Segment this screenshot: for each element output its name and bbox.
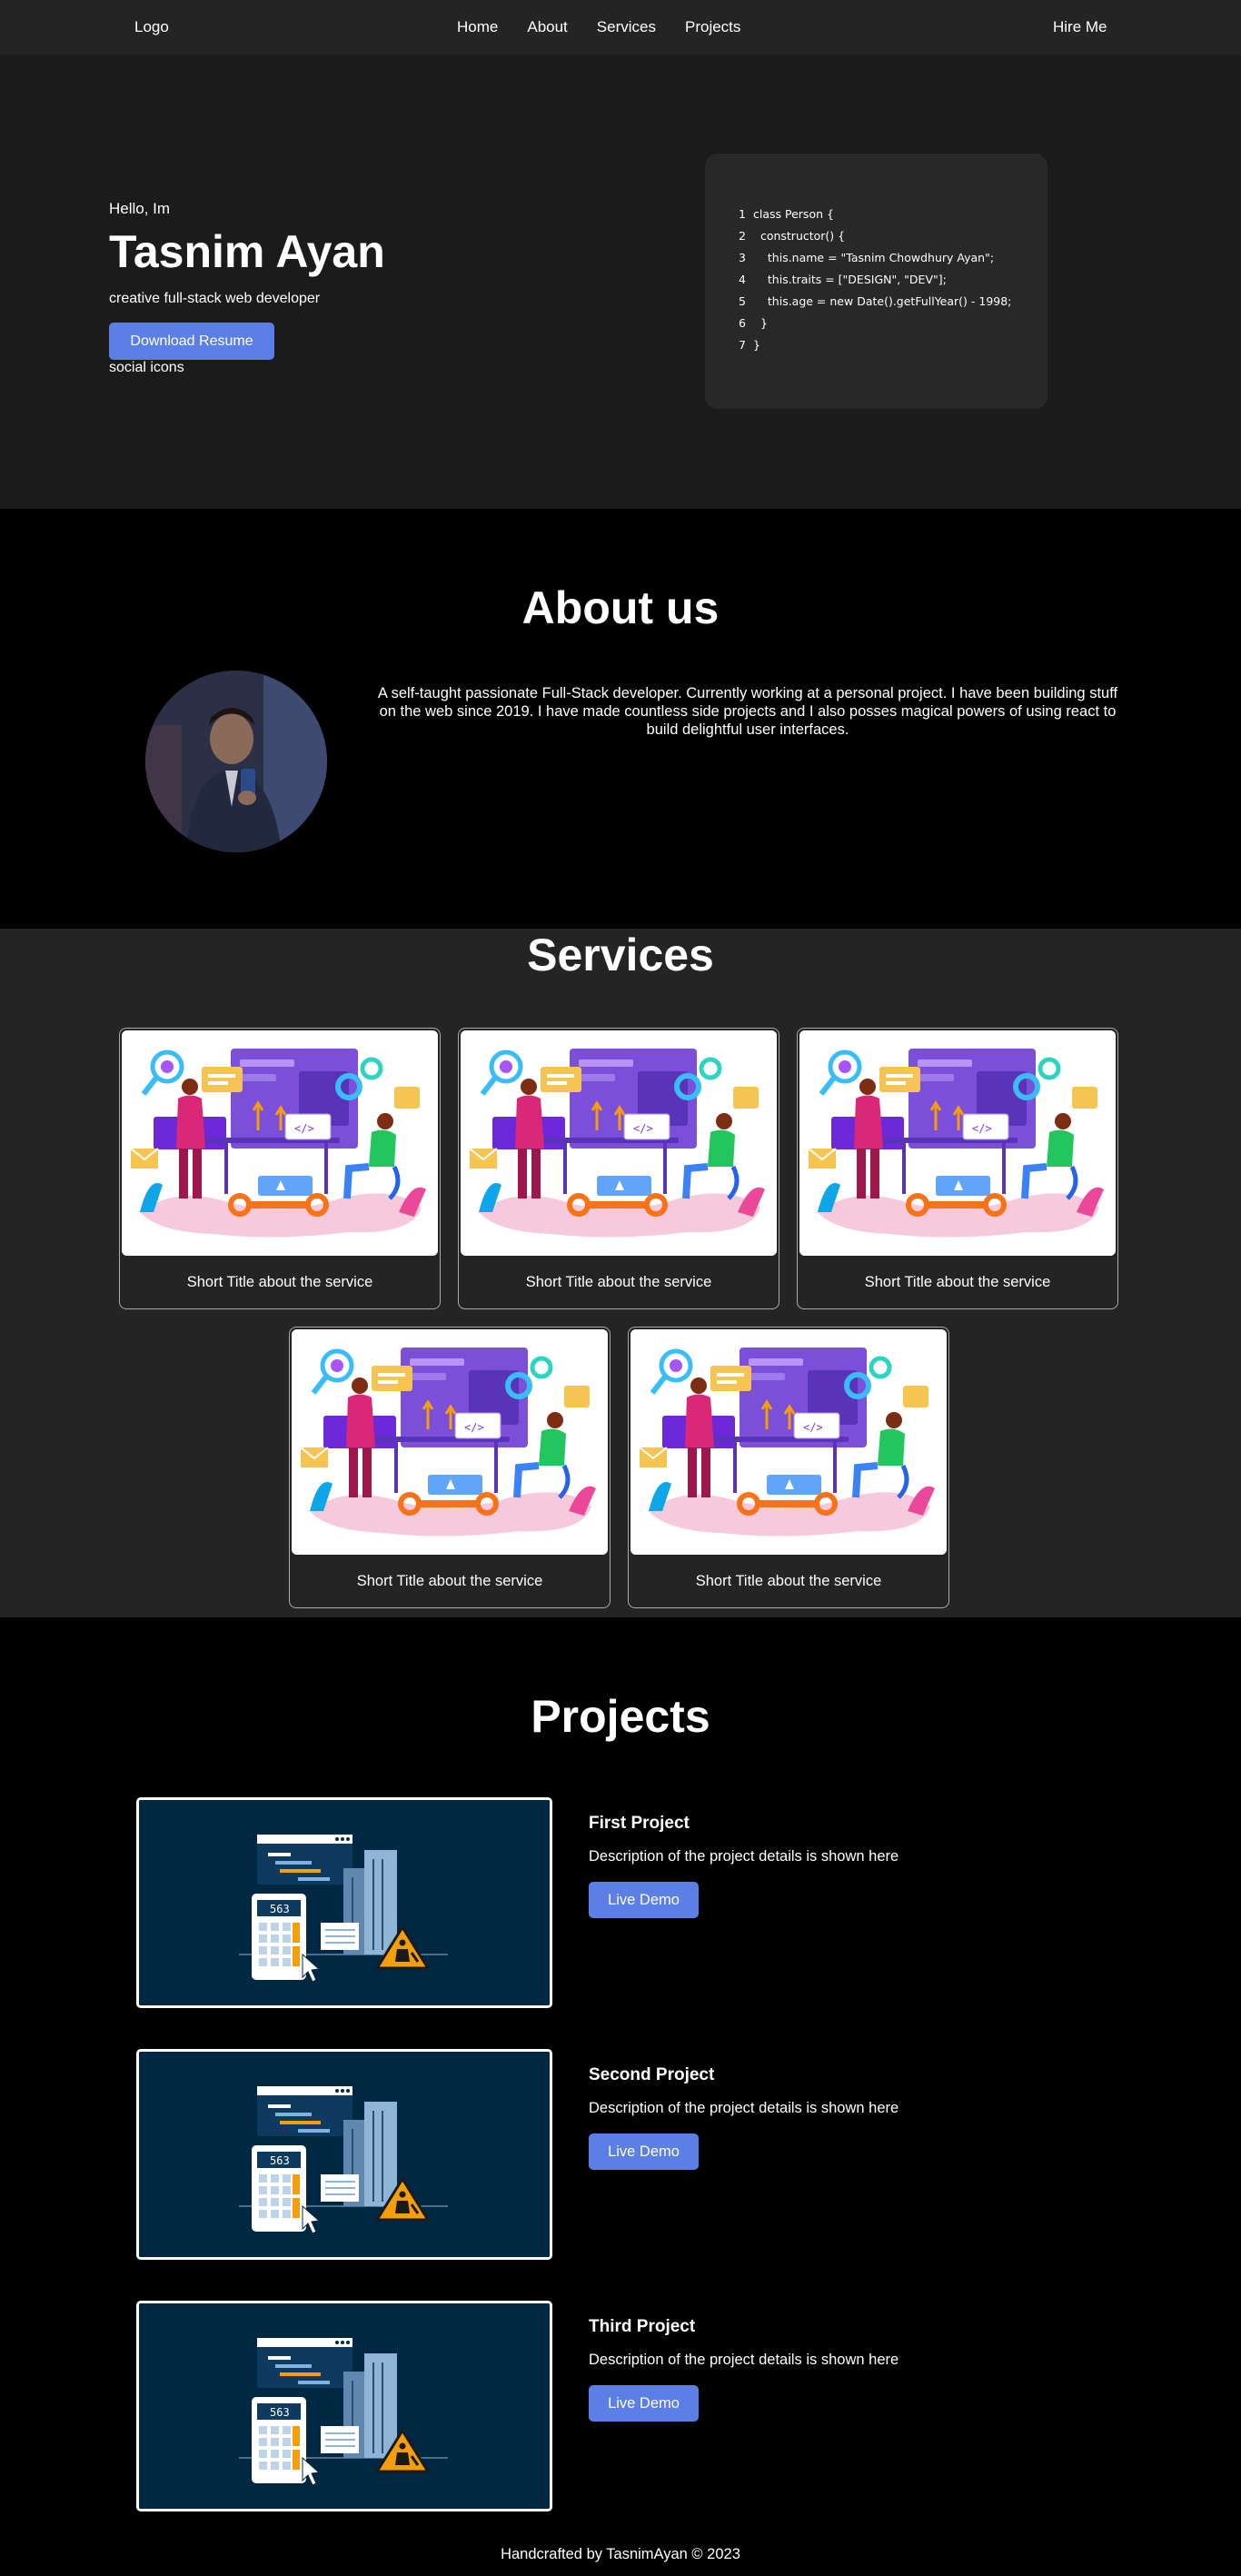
hero-greeting: Hello, Im xyxy=(109,200,171,217)
avatar-photo-icon xyxy=(145,671,327,852)
project-thumbnail[interactable]: 563 xyxy=(136,2301,552,2511)
svg-text:</>: </> xyxy=(464,1421,484,1434)
nav-link-home[interactable]: Home xyxy=(457,18,498,36)
service-image: </> xyxy=(122,1030,438,1256)
project-item: 563 Third Project Description of the pro… xyxy=(136,2301,1136,2511)
nav-link-services[interactable]: Services xyxy=(597,18,656,36)
service-image: </> xyxy=(799,1030,1116,1256)
about-heading: About us xyxy=(521,582,720,633)
code-line-text: this.age = new Date().getFullYear() - 19… xyxy=(753,294,1012,308)
hire-me-link[interactable]: Hire Me xyxy=(1053,18,1107,36)
code-line-text: this.traits = ["DESIGN", "DEV"]; xyxy=(753,273,947,286)
code-line: 6 } xyxy=(739,313,1047,334)
code-line-number: 3 xyxy=(739,251,746,264)
footer-credit: Handcrafted by TasnimAyan © 2023 xyxy=(501,2546,740,2562)
developers-illustration-icon: </> xyxy=(461,1030,777,1256)
developers-illustration-icon: </> xyxy=(122,1030,438,1256)
service-title: Short Title about the service xyxy=(525,1274,712,1290)
code-line-text: constructor() { xyxy=(753,229,846,243)
code-line-text: } xyxy=(753,338,760,352)
project-item: 563 Second Project Description of the pr… xyxy=(136,2049,1136,2260)
project-thumbnail[interactable]: 563 xyxy=(136,1797,552,2008)
services-section: Services </> Short Title about the servi… xyxy=(0,929,1241,1617)
code-line: 7} xyxy=(739,334,1047,356)
code-line-number: 2 xyxy=(739,229,746,243)
code-line-number: 7 xyxy=(739,338,746,352)
project-description: Description of the project details is sh… xyxy=(589,2352,899,2368)
calculator-display: 563 xyxy=(270,1903,290,1915)
calculator-display: 563 xyxy=(270,2154,290,2167)
project-title: Second Project xyxy=(589,2065,715,2084)
download-resume-button[interactable]: Download Resume xyxy=(109,323,274,360)
service-title: Short Title about the service xyxy=(864,1274,1051,1290)
project-title: Third Project xyxy=(589,2317,696,2336)
service-card[interactable]: </> Short Title about the service xyxy=(797,1028,1118,1309)
under-construction-illustration-icon: 563 xyxy=(139,2303,550,2509)
code-line-number: 1 xyxy=(739,207,746,221)
svg-text:</>: </> xyxy=(803,1421,823,1434)
about-description: A self-taught passionate Full-Stack deve… xyxy=(377,685,1118,738)
svg-text:</>: </> xyxy=(633,1122,653,1135)
nav-link-about[interactable]: About xyxy=(527,18,567,36)
under-construction-illustration-icon: 563 xyxy=(139,2052,550,2257)
services-heading: Services xyxy=(527,930,714,980)
service-image: </> xyxy=(292,1329,608,1555)
hero-section: Hello, Im Tasnim Ayan creative full-stac… xyxy=(0,55,1241,509)
code-line-number: 4 xyxy=(739,273,746,286)
live-demo-button[interactable]: Live Demo xyxy=(589,2133,699,2170)
code-line: 5 this.age = new Date().getFullYear() - … xyxy=(739,291,1047,313)
hero-name: Tasnim Ayan xyxy=(109,226,385,277)
service-card[interactable]: </> Short Title about the service xyxy=(458,1028,779,1309)
hero-tagline: creative full-stack web developer xyxy=(109,291,321,306)
project-description: Description of the project details is sh… xyxy=(589,1848,899,1865)
about-section: About us A self-taught passionate Full-S… xyxy=(0,509,1241,929)
under-construction-illustration-icon: 563 xyxy=(139,1800,550,2005)
calculator-display: 563 xyxy=(270,2406,290,2419)
code-line: 1 class Person { xyxy=(739,204,1047,225)
code-line: 4 this.traits = ["DESIGN", "DEV"]; xyxy=(739,269,1047,291)
code-line: 2 constructor() { xyxy=(739,225,1047,247)
svg-text:</>: </> xyxy=(294,1122,314,1135)
developers-illustration-icon: </> xyxy=(292,1329,608,1555)
code-snippet-card: 1 class Person {2 constructor() {3 this.n… xyxy=(705,154,1047,409)
service-card[interactable]: </> Short Title about the service xyxy=(119,1028,441,1309)
social-icons[interactable]: social icons xyxy=(109,360,184,376)
code-line: 3 this.name = "Tasnim Chowdhury Ayan"; xyxy=(739,247,1047,269)
developers-illustration-icon: </> xyxy=(799,1030,1116,1256)
svg-text:</>: </> xyxy=(972,1122,992,1135)
avatar xyxy=(145,671,327,852)
service-image: </> xyxy=(461,1030,777,1256)
code-line-text: } xyxy=(753,316,768,330)
service-title: Short Title about the service xyxy=(356,1573,543,1589)
service-title: Short Title about the service xyxy=(695,1573,882,1589)
logo[interactable]: Logo xyxy=(134,18,169,36)
live-demo-button[interactable]: Live Demo xyxy=(589,2385,699,2422)
nav-links: Home About Services Projects xyxy=(457,18,769,36)
top-navbar: Logo Home About Services Projects Hire M… xyxy=(0,0,1241,55)
live-demo-button[interactable]: Live Demo xyxy=(589,1882,699,1918)
service-card[interactable]: </> Short Title about the service xyxy=(289,1327,611,1608)
code-line-text: class Person { xyxy=(753,207,834,221)
service-title: Short Title about the service xyxy=(186,1274,373,1290)
projects-section: Projects 563 First Project Description o… xyxy=(0,1617,1241,2576)
code-line-number: 5 xyxy=(739,294,746,308)
service-image: </> xyxy=(630,1329,947,1555)
code-line-number: 6 xyxy=(739,316,746,330)
project-title: First Project xyxy=(589,1814,690,1833)
project-item: 563 First Project Description of the pro… xyxy=(136,1797,1136,2008)
developers-illustration-icon: </> xyxy=(630,1329,947,1555)
nav-link-projects[interactable]: Projects xyxy=(685,18,740,36)
service-card[interactable]: </> Short Title about the service xyxy=(628,1327,949,1608)
project-description: Description of the project details is sh… xyxy=(589,2100,899,2116)
code-line-text: this.name = "Tasnim Chowdhury Ayan"; xyxy=(753,251,995,264)
project-thumbnail[interactable]: 563 xyxy=(136,2049,552,2260)
projects-heading: Projects xyxy=(531,1691,710,1742)
